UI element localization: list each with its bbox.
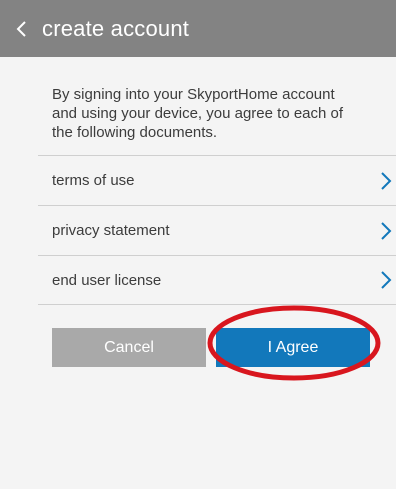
page-title: create account: [42, 15, 190, 41]
document-row-terms-of-use[interactable]: terms of use: [38, 155, 396, 205]
document-label: end user license: [52, 271, 162, 289]
document-label: terms of use: [52, 172, 135, 189]
app-header: create account: [0, 0, 396, 57]
chevron-left-icon: [16, 20, 26, 37]
chevron-right-icon: [380, 221, 392, 241]
back-button[interactable]: [0, 0, 44, 57]
document-row-end-user-license[interactable]: end user license: [38, 255, 396, 305]
document-label: privacy statement: [52, 222, 170, 239]
agreement-intro-text: By signing into your SkyportHome account…: [52, 86, 344, 141]
chevron-right-icon: [380, 270, 392, 290]
documents-list: terms of use privacy statement end user …: [38, 155, 396, 305]
chevron-right-icon: [380, 171, 392, 191]
document-row-privacy-statement[interactable]: privacy statement: [38, 205, 396, 255]
cancel-button[interactable]: Cancel: [52, 328, 206, 367]
agree-button[interactable]: I Agree: [216, 328, 370, 367]
